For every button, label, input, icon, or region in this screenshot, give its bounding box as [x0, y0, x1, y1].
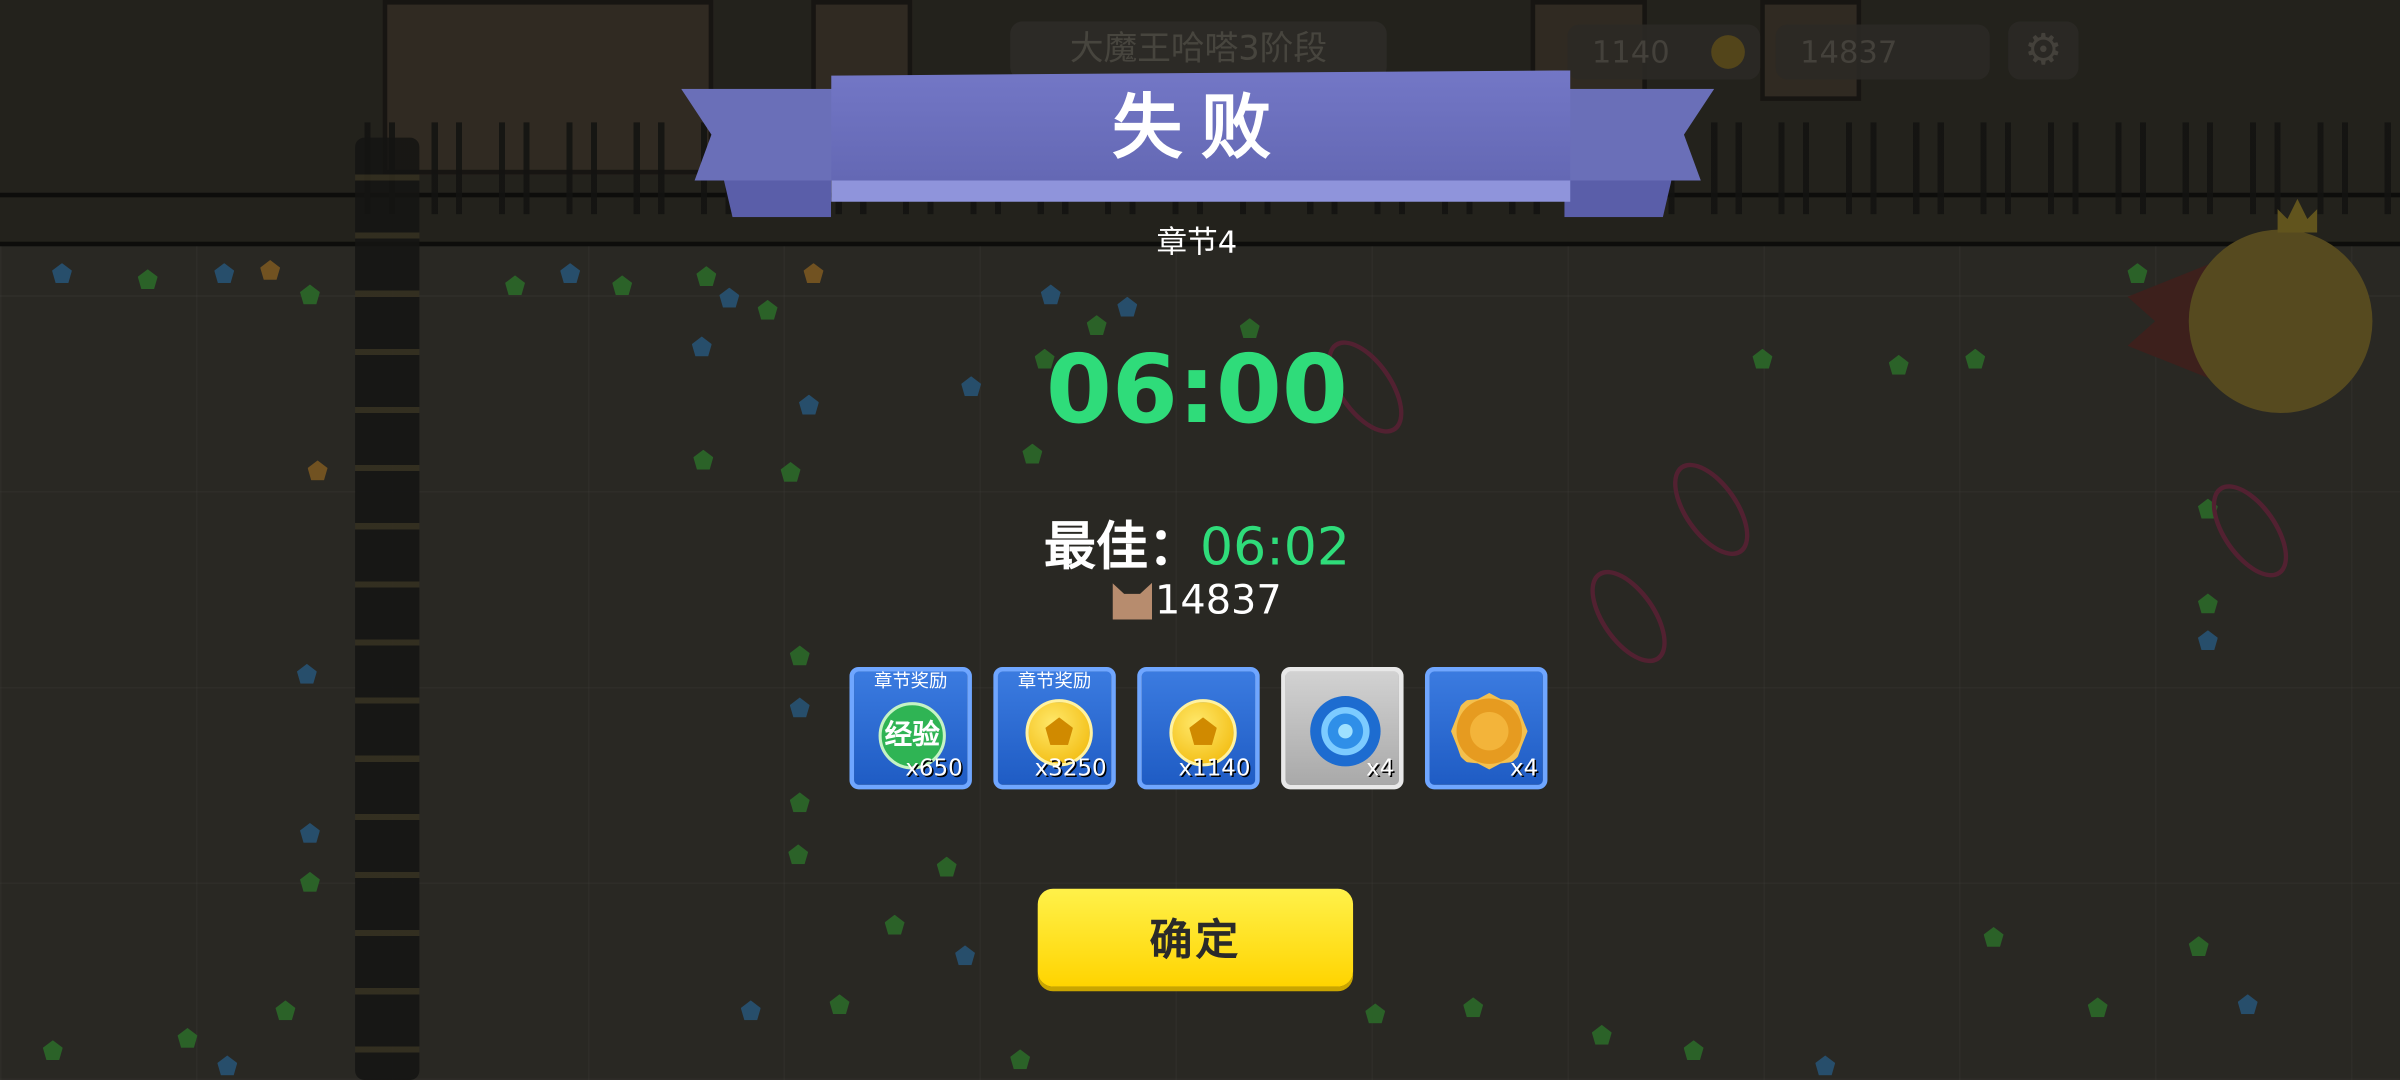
result-banner: 失败 — [681, 70, 1715, 223]
result-title: 失败 — [1111, 85, 1290, 169]
best-time-label: 最佳： — [1043, 517, 1200, 579]
best-time-value: 06:02 — [1199, 517, 1350, 579]
reward-list: 章节奖励 经验 x650 章节奖励 x3250 x1140 x4 x4 — [849, 666, 1553, 795]
ribbon-tail-left — [681, 88, 850, 181]
best-time-row: 最佳：06:02 — [921, 505, 1472, 580]
reward-item-orb[interactable]: x4 — [1281, 666, 1404, 790]
reward-quantity: x1140 — [1178, 754, 1251, 782]
cat-icon — [1112, 582, 1152, 620]
ribbon-fold-right — [1564, 180, 1672, 218]
ribbon-tail-right — [1545, 88, 1715, 181]
chapter-label: 章节4 — [1156, 223, 1238, 261]
reward-item-mooncake[interactable]: x4 — [1424, 666, 1548, 790]
reward-tag: 章节奖励 — [873, 670, 948, 692]
survival-time: 06:00 — [1045, 333, 1348, 446]
reward-quantity: x650 — [905, 754, 963, 782]
confirm-button[interactable]: 确定 — [1037, 888, 1354, 987]
game-screen: 大魔王哈嗒3阶段 1140 14837 ⚙ 失败 章节4 06:00 最佳：06… — [0, 0, 2400, 1080]
reward-item-chapter-coins[interactable]: 章节奖励 x3250 — [993, 666, 1116, 790]
reward-item-exp[interactable]: 章节奖励 经验 x650 — [849, 666, 972, 790]
score-value: 14837 — [1155, 578, 1282, 625]
reward-item-coins[interactable]: x1140 — [1137, 666, 1260, 790]
reward-tag: 章节奖励 — [1017, 670, 1092, 692]
ribbon-fold-left — [723, 180, 832, 218]
reward-quantity: x3250 — [1034, 754, 1107, 782]
score-row: 14837 — [1044, 578, 1350, 624]
reward-quantity: x4 — [1510, 754, 1539, 782]
reward-quantity: x4 — [1366, 754, 1395, 782]
